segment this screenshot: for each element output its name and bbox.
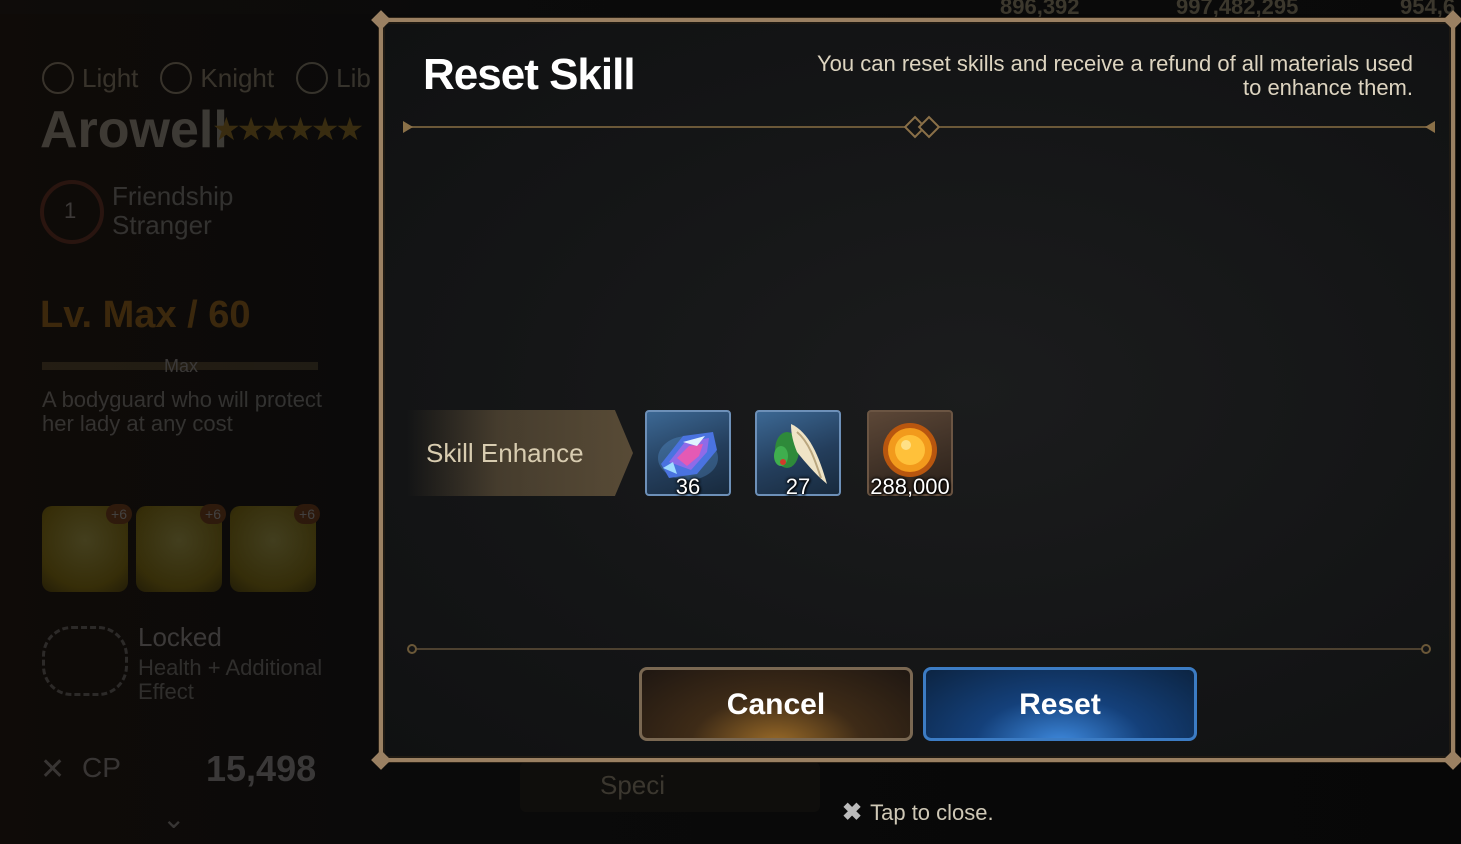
- divider-dot: [1421, 644, 1431, 654]
- armor-enhance-badge: +6: [200, 504, 226, 524]
- weapon-enhance-badge: +6: [106, 504, 132, 524]
- chevron-down-icon[interactable]: ⌄: [162, 802, 185, 835]
- lock-icon: [42, 626, 128, 696]
- light-element-icon: [42, 62, 74, 94]
- reset-button[interactable]: Reset: [923, 667, 1197, 741]
- attribute-class-label: Knight: [200, 62, 275, 93]
- attribute-horoscope: Lib: [296, 62, 371, 94]
- dialog-subtitle: You can reset skills and receive a refun…: [817, 51, 1413, 100]
- attribute-horoscope-label: Lib: [336, 62, 371, 93]
- hero-level: Lv. Max / 60: [40, 294, 251, 336]
- hero-description: A bodyguard who will protect her lady at…: [42, 387, 323, 436]
- attribute-class: Knight: [160, 62, 274, 94]
- refund-item-crystal[interactable]: 36: [645, 410, 731, 499]
- top-stat-stamina: 896,392: [1000, 0, 1080, 19]
- tap-to-close-label: Tap to close.: [870, 799, 994, 825]
- hero-name: Arowell: [40, 101, 228, 159]
- cp-label: CP: [82, 752, 121, 783]
- attribute-element: Light: [42, 62, 138, 94]
- crossed-swords-icon: ✕: [40, 753, 66, 786]
- set-locked-label[interactable]: Locked: [138, 622, 222, 653]
- reset-skill-dialog: Reset Skill You can reset skills and rec…: [371, 10, 1461, 770]
- tap-to-close[interactable]: ✖ Tap to close.: [842, 798, 994, 827]
- divider-end-right: [1425, 121, 1435, 133]
- refund-qty-gold: 288,000: [870, 474, 950, 499]
- knight-class-icon: [160, 62, 193, 94]
- friendship-label: Friendship Stranger: [112, 182, 233, 240]
- hero-star-rating: ★★★★★★: [212, 111, 364, 147]
- specialty-button-label: Speci: [600, 770, 666, 800]
- libra-icon: [296, 62, 329, 94]
- divider-dot: [407, 644, 417, 654]
- dialog-title: Reset Skill: [423, 50, 636, 99]
- set-effect-description: Health + Additional Effect: [138, 655, 323, 704]
- divider-end-left: [403, 121, 413, 133]
- skill-enhance-label-text: Skill Enhance: [426, 438, 584, 468]
- friendship-status: Stranger: [112, 210, 212, 240]
- helmet-enhance-badge: +6: [294, 504, 320, 524]
- footer-divider: [407, 644, 1431, 654]
- cp-value: 15,498: [206, 748, 317, 789]
- equipment-weapon[interactable]: +6: [42, 504, 132, 592]
- cancel-button[interactable]: Cancel: [639, 667, 913, 741]
- friendship-title: Friendship: [112, 181, 234, 211]
- equipment-helmet[interactable]: +6: [230, 504, 320, 592]
- header-divider: [403, 115, 1435, 139]
- attribute-element-label: Light: [82, 62, 139, 93]
- hero-info-panel: Light Knight Lib Arowell ★★★★★★ 1 Friend…: [0, 0, 380, 844]
- skill-enhance-section-label: Skill Enhance: [407, 410, 633, 496]
- refund-qty-crystal: 36: [675, 474, 701, 499]
- divider-diamond: [917, 115, 941, 139]
- specialty-button: Speci: [520, 762, 820, 812]
- level-progress-label: Max: [164, 356, 199, 376]
- equipment-armor[interactable]: +6: [136, 504, 226, 592]
- close-icon: ✖: [842, 799, 863, 826]
- top-stat-gold: 997,482,295: [1176, 0, 1299, 19]
- hero-attributes: Light Knight Lib: [42, 62, 371, 94]
- refund-qty-root: 27: [785, 474, 811, 499]
- friendship-level: 1: [64, 198, 77, 223]
- refund-item-root[interactable]: 27: [755, 410, 841, 499]
- refund-item-gold[interactable]: 288,000: [867, 410, 953, 499]
